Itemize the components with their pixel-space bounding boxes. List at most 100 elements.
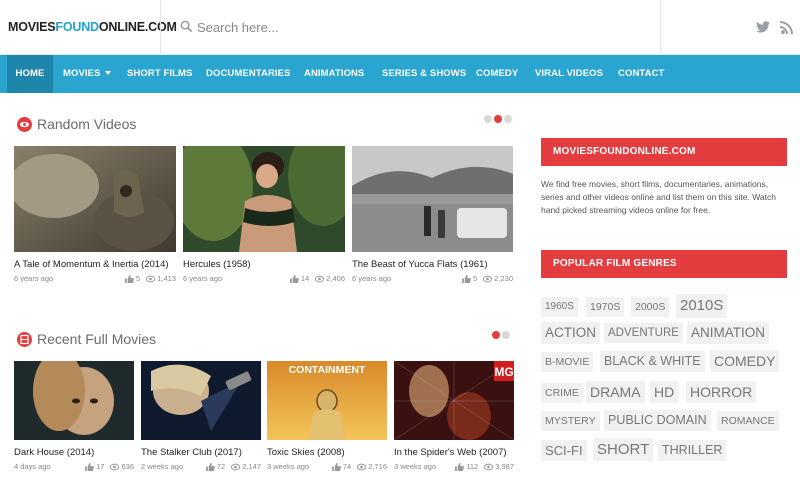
video-thumbnail[interactable] <box>352 146 513 252</box>
header-divider <box>660 0 661 55</box>
nav-item-series-shows[interactable]: SERIES & SHOWS <box>373 55 475 93</box>
video-age: 6 years ago <box>14 274 54 283</box>
header-divider <box>160 0 161 55</box>
poster-text: CONTAINMENT <box>289 364 366 376</box>
movie-age: 4 days ago <box>14 462 51 471</box>
nav-item-home[interactable]: HOME <box>7 55 53 93</box>
movie-thumbnail[interactable] <box>141 361 261 440</box>
genre-tag[interactable]: ACTION <box>541 322 601 344</box>
genre-tag[interactable]: COMEDY <box>710 350 780 372</box>
movie-age: 3 weeks ago <box>267 462 310 471</box>
video-card[interactable]: Hercules (1958) 6 years ago 14 2,406 <box>183 146 345 286</box>
like-count: 112 <box>466 462 479 471</box>
like-count: 17 <box>96 462 105 471</box>
nav-item-animations[interactable]: ANIMATIONS <box>295 55 373 93</box>
nav-item-comedy[interactable]: COMEDY <box>467 55 527 93</box>
video-card[interactable]: A Tale of Momentum & Inertia (2014) 6 ye… <box>14 146 176 286</box>
recent-movies-heading: Recent Full Movies <box>17 330 156 348</box>
section-title: Random Videos <box>37 116 137 132</box>
nav-item-documentaries[interactable]: DOCUMENTARIES <box>197 55 300 93</box>
video-title[interactable]: The Beast of Yucca Flats (1961) <box>352 259 488 270</box>
video-age: 6 years ago <box>183 274 223 283</box>
nav-item-viral-videos[interactable]: VIRAL VIDEOS <box>526 55 612 93</box>
genre-tag[interactable]: 2010s <box>676 294 728 318</box>
carousel-dot[interactable] <box>502 331 510 339</box>
film-icon <box>17 331 32 347</box>
nav-item-movies[interactable]: MOVIES <box>54 55 120 93</box>
carousel-dot[interactable] <box>492 331 500 339</box>
like-count: 74 <box>342 462 352 471</box>
poster-badge: MG <box>494 365 513 379</box>
genre-tag[interactable]: PUBLIC DOMAIN <box>604 410 711 431</box>
eye-icon <box>315 275 325 282</box>
genre-tag[interactable]: DRAMA <box>586 381 645 403</box>
video-thumbnail[interactable] <box>183 146 345 252</box>
carousel-dot[interactable] <box>494 115 502 123</box>
movie-thumbnail[interactable]: MG <box>394 361 514 440</box>
genre-tag[interactable]: SCI-FI <box>541 440 587 461</box>
carousel-dot[interactable] <box>504 115 512 123</box>
eye-icon <box>17 116 32 132</box>
video-card[interactable]: The Beast of Yucca Flats (1961) 6 years … <box>352 146 513 286</box>
genre-tag[interactable]: 1960s <box>541 297 578 317</box>
section-title: Recent Full Movies <box>37 331 157 347</box>
video-age: 6 years ago <box>352 274 392 283</box>
thumbs-up-icon <box>455 462 465 471</box>
search-icon <box>180 20 193 33</box>
view-count: 1,413 <box>157 274 176 283</box>
view-count: 2,147 <box>242 462 261 471</box>
movie-thumbnail[interactable] <box>14 361 134 440</box>
genre-tag[interactable]: MYSTERY <box>541 411 600 431</box>
movie-stats: 72 2,147 <box>205 462 261 471</box>
genre-tag[interactable]: 1970s <box>586 297 625 317</box>
genre-tag[interactable]: B-MOVIE <box>541 352 594 372</box>
movie-title[interactable]: In the Spider's Web (2007) <box>394 447 507 458</box>
site-logo[interactable]: MOVIESFOUNDONLINE.COM <box>8 20 177 34</box>
movie-card[interactable]: Dark House (2014) 4 days ago 17 636 <box>14 361 134 473</box>
genre-tag[interactable]: CRIME <box>541 383 583 403</box>
movie-thumbnail[interactable]: CONTAINMENT <box>267 361 387 440</box>
eye-icon <box>484 463 494 470</box>
twitter-icon[interactable] <box>755 19 771 35</box>
carousel-dot[interactable] <box>484 115 492 123</box>
genres-widget-title: POPULAR FILM GENRES <box>541 250 787 278</box>
movie-title[interactable]: Toxic Skies (2008) <box>267 447 345 458</box>
genre-tag[interactable]: SHORT <box>593 438 654 461</box>
wifi-icon[interactable] <box>779 19 795 35</box>
search-box[interactable] <box>180 17 640 37</box>
view-count: 2,716 <box>368 462 387 471</box>
genre-tag[interactable]: ADVENTURE <box>604 323 683 343</box>
genre-tag[interactable]: HORROR <box>686 381 757 403</box>
main-nav: HOME MOVIES SHORT FILMS DOCUMENTARIES AN… <box>0 55 800 93</box>
video-stats: 5 2,230 <box>462 274 513 283</box>
nav-item-contact[interactable]: CONTACT <box>609 55 673 93</box>
video-thumbnail[interactable] <box>14 146 176 252</box>
eye-icon <box>110 463 120 470</box>
movie-title[interactable]: The Stalker Club (2017) <box>141 447 242 458</box>
thumbs-up-icon <box>125 274 134 283</box>
movie-age: 3 weeks ago <box>394 462 437 471</box>
thumbs-up-icon <box>85 462 95 471</box>
movie-card[interactable]: MG In the Spider's Web (2007) 3 weeks ag… <box>394 361 514 473</box>
genre-tag[interactable]: 2000s <box>631 297 670 317</box>
view-count: 2,406 <box>326 274 345 283</box>
like-count: 5 <box>136 274 141 283</box>
genre-tag[interactable]: THRILLER <box>658 440 727 461</box>
about-widget-title: MOVIESFOUNDONLINE.COM <box>541 138 787 166</box>
eye-icon <box>357 463 367 470</box>
movie-stats: 17 636 <box>85 462 134 471</box>
nav-item-short-films[interactable]: SHORT FILMS <box>118 55 202 93</box>
like-count: 14 <box>300 274 310 283</box>
movie-title[interactable]: Dark House (2014) <box>14 447 94 458</box>
video-title[interactable]: Hercules (1958) <box>183 259 251 270</box>
genre-tag[interactable]: ROMANCE <box>717 411 779 431</box>
genre-tag[interactable]: HD <box>650 381 679 403</box>
search-input[interactable] <box>197 17 637 37</box>
carousel-dots <box>484 115 512 123</box>
video-title[interactable]: A Tale of Momentum & Inertia (2014) <box>14 259 169 270</box>
like-count: 5 <box>473 274 478 283</box>
movie-card[interactable]: CONTAINMENT Toxic Skies (2008) 3 weeks a… <box>267 361 387 473</box>
genre-tag[interactable]: ANIMATION <box>687 322 769 344</box>
movie-card[interactable]: The Stalker Club (2017) 2 weeks ago 72 2… <box>141 361 261 473</box>
genre-tag[interactable]: BLACK & WHITE <box>600 351 705 372</box>
